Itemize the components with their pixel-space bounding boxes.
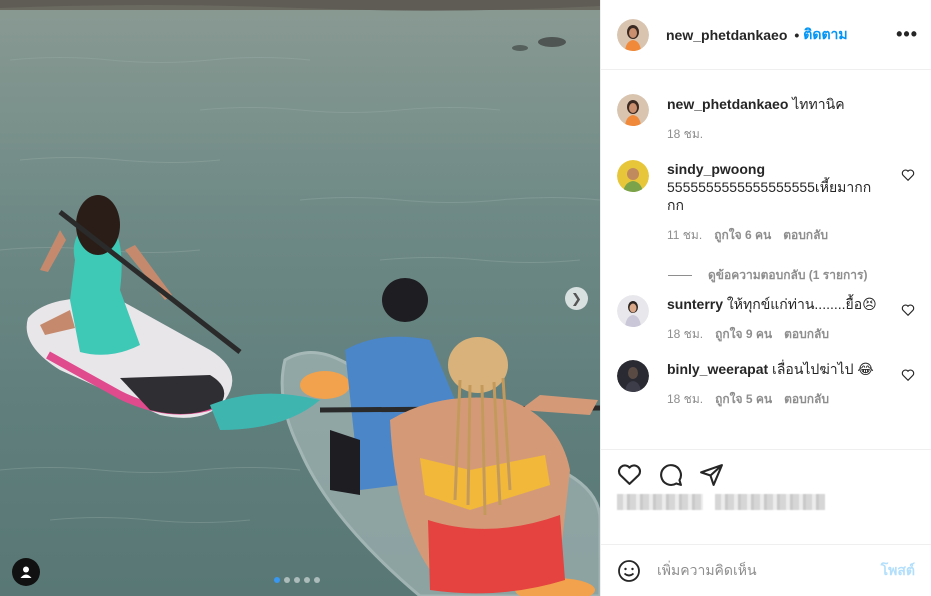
caption-body: new_phetdankaeo ไททานิค 18 ชม. (667, 94, 877, 144)
likes-blurred (617, 494, 825, 510)
comment-body: sunterry ให้ทุกข์แก่ท่าน........ยื้อ😣 18… (667, 295, 877, 344)
carousel-dot (304, 577, 310, 583)
action-icons (617, 462, 724, 487)
caption-username[interactable]: new_phetdankaeo (667, 96, 788, 112)
comment-likes[interactable]: ถูกใจ 6 คน (714, 226, 771, 245)
smiley-icon[interactable] (617, 559, 641, 583)
caption-time[interactable]: 18 ชม. (667, 125, 703, 144)
comment-likes[interactable]: ถูกใจ 5 คน (715, 390, 772, 409)
reply-button[interactable]: ตอบกลับ (784, 325, 829, 344)
photo-scene (0, 0, 600, 596)
post-modal: ❯ new_phetdankaeo • ติดตาม ••• new_phetd… (0, 0, 931, 596)
follow-button[interactable]: ติดตาม (803, 24, 847, 46)
carousel-dot (284, 577, 290, 583)
comment-item: sunterry ให้ทุกข์แก่ท่าน........ยื้อ😣 18… (617, 295, 915, 344)
avatar-image (617, 160, 649, 192)
avatar-image (617, 18, 649, 51)
avatar-image (617, 360, 649, 392)
comment-body: binly_weerapat เลื่อนไปฆ่าไป 😂 18 ชม. ถู… (667, 360, 877, 409)
comment-time[interactable]: 18 ชม. (667, 390, 703, 409)
avatar[interactable] (617, 160, 649, 192)
carousel-dot (314, 577, 320, 583)
comment-meta: 18 ชม. ถูกใจ 5 คน ตอบกลับ (667, 390, 877, 409)
caption-text: new_phetdankaeo ไททานิค (667, 95, 877, 113)
avatar-image (617, 94, 649, 126)
more-options-button[interactable]: ••• (896, 24, 918, 45)
paper-plane-icon[interactable] (699, 462, 724, 487)
caption: new_phetdankaeo ไททานิค 18 ชม. (617, 94, 915, 144)
avatar[interactable] (617, 295, 649, 327)
avatar[interactable] (617, 94, 649, 126)
view-replies-label: ดูข้อความตอบกลับ (1 รายการ) (708, 268, 868, 282)
caption-content: ไททานิค (792, 96, 845, 112)
caption-meta: 18 ชม. (667, 125, 877, 144)
carousel-indicator (274, 577, 320, 583)
heart-icon[interactable] (617, 462, 642, 487)
replies-line (668, 275, 692, 276)
add-comment-bar: เพิ่มความคิดเห็น โพสต์ (601, 544, 931, 596)
blurred-block (715, 494, 825, 510)
comment-input[interactable]: เพิ่มความคิดเห็น (657, 560, 881, 582)
chevron-right-icon: ❯ (571, 290, 582, 306)
comment-content: ให้ทุกข์แก่ท่าน........ยื้อ😣 (726, 296, 877, 312)
comment-icon[interactable] (658, 462, 683, 487)
heart-icon[interactable] (901, 168, 915, 182)
reply-button[interactable]: ตอบกลับ (783, 226, 828, 245)
comment-content: 5555555555555555555เหี้ยมากกกก (667, 179, 872, 213)
blurred-block (617, 494, 703, 510)
comment-meta: 18 ชม. ถูกใจ 9 คน ตอบกลับ (667, 325, 877, 344)
avatar[interactable] (617, 18, 649, 51)
comments-list: new_phetdankaeo ไททานิค 18 ชม. sindy_pwo… (601, 70, 931, 449)
comment-time[interactable]: 18 ชม. (667, 325, 703, 344)
comment-body: sindy_pwoong 5555555555555555555เหี้ยมาก… (667, 160, 877, 245)
comment-username[interactable]: sindy_pwoong (667, 161, 765, 177)
reply-button[interactable]: ตอบกลับ (784, 390, 829, 409)
comment-item: binly_weerapat เลื่อนไปฆ่าไป 😂 18 ชม. ถู… (617, 360, 915, 409)
avatar-image (617, 295, 649, 327)
comment-text: sunterry ให้ทุกข์แก่ท่าน........ยื้อ😣 (667, 295, 877, 313)
comment-text: binly_weerapat เลื่อนไปฆ่าไป 😂 (667, 360, 877, 378)
post-author-username[interactable]: new_phetdankaeo (666, 27, 787, 43)
view-replies-button[interactable]: ดูข้อความตอบกลับ (1 รายการ) (668, 266, 867, 285)
user-tag-icon (20, 566, 32, 578)
separator-dot: • (794, 26, 800, 43)
comment-content: เลื่อนไปฆ่าไป 😂 (772, 361, 874, 377)
user-tag-button[interactable] (12, 558, 40, 586)
heart-icon[interactable] (901, 368, 915, 382)
post-actions (601, 449, 931, 544)
comment-meta: 11 ชม. ถูกใจ 6 คน ตอบกลับ (667, 226, 877, 245)
next-slide-button[interactable]: ❯ (565, 287, 588, 310)
comment-likes[interactable]: ถูกใจ 9 คน (715, 325, 772, 344)
comment-time[interactable]: 11 ชม. (667, 226, 702, 245)
avatar[interactable] (617, 360, 649, 392)
comment-username[interactable]: binly_weerapat (667, 361, 768, 377)
carousel-dot (294, 577, 300, 583)
comment-username[interactable]: sunterry (667, 296, 723, 312)
comment-item: sindy_pwoong 5555555555555555555เหี้ยมาก… (617, 160, 915, 245)
post-header: new_phetdankaeo • ติดตาม ••• (601, 0, 931, 70)
comment-text: sindy_pwoong 5555555555555555555เหี้ยมาก… (667, 160, 877, 214)
post-photo[interactable]: ❯ (0, 0, 600, 596)
post-side-panel: new_phetdankaeo • ติดตาม ••• new_phetdan… (600, 0, 931, 596)
carousel-dot (274, 577, 280, 583)
post-comment-button[interactable]: โพสต์ (881, 560, 915, 582)
heart-icon[interactable] (901, 303, 915, 317)
